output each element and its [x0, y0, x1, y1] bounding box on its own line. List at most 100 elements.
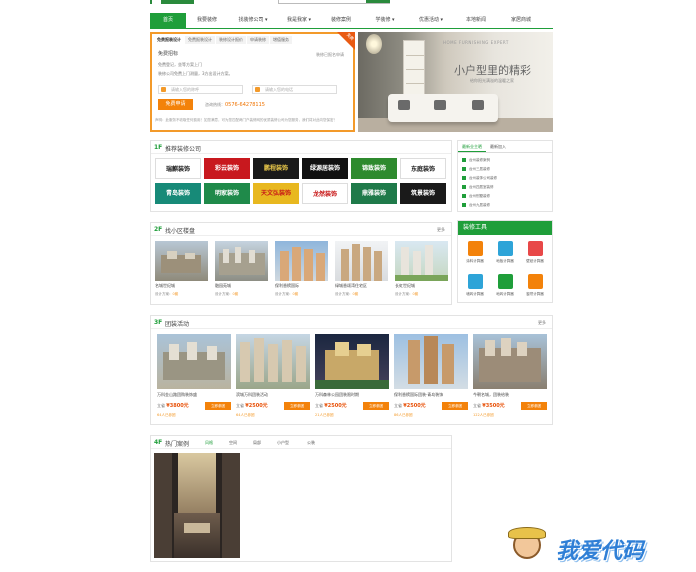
tab-latest-join[interactable]: 最新加入 [486, 141, 510, 152]
company-logo[interactable]: 鼎雅装饰 [351, 183, 397, 204]
join-group-button[interactable]: 立即参团 [205, 402, 231, 410]
free-title-right[interactable]: 装修已报名申请 [316, 52, 344, 58]
nav-local-news[interactable]: 本地新闻 [454, 13, 498, 28]
watermark-text: 我爱代码 [556, 539, 645, 564]
company-logo[interactable]: 彩云装饰 [204, 158, 250, 179]
tool-wallpaper-calculator[interactable]: 壁纸计算器 [523, 241, 547, 264]
hot-cases-section: 4F 热门案例 风格 空间 局部 小户型 公装 [150, 435, 452, 562]
site-logo[interactable] [150, 0, 194, 4]
floor-tag: 1F [154, 144, 163, 151]
tool-floor-tile-calculator[interactable]: 地砖计算器 [493, 274, 517, 297]
tool-wall-tile-calculator[interactable]: 墙砖计算器 [463, 274, 487, 297]
tab-small-unit[interactable]: 小户型 [277, 440, 289, 446]
tab-space[interactable]: 空间 [229, 440, 237, 446]
tab-value-service[interactable]: 增值服务 [270, 36, 292, 44]
tab-apply[interactable]: 申请装修 [247, 36, 269, 44]
banner-lamp [366, 34, 382, 54]
hotline-label: 咨询热线： [205, 102, 225, 107]
join-group-button[interactable]: 立即参团 [521, 402, 547, 410]
side-list-item[interactable]: 台州装饰公司装修 [462, 176, 497, 181]
name-field[interactable]: 请输入您的称呼 [158, 85, 243, 94]
estate-meta: 设计方案：0套 [275, 292, 299, 296]
tab-partial[interactable]: 局部 [253, 440, 261, 446]
home-banner[interactable]: HOME FURNISHING EXPERT 小户型里的精彩 给你阳光满溢的温暖… [358, 32, 553, 132]
group-photo [315, 334, 389, 389]
group-count: 122人已参团 [473, 413, 494, 417]
nav-promotions[interactable]: 优惠活动 ▾ [408, 13, 454, 28]
company-logo[interactable]: 天文弘装饰 [253, 183, 299, 204]
company-logo[interactable]: 龙然装饰 [302, 183, 348, 204]
free-note: 声明：此服务不收取任何费用！如您满意，可为您匹配两门户装修网的优质装修公司为您服… [155, 118, 337, 122]
group-name[interactable]: 万科森林公园团装限时期 [315, 392, 359, 398]
free-corner-text: 免费 [345, 32, 355, 42]
nav-learn[interactable]: 学装修 ▾ [362, 13, 408, 28]
free-apply-button[interactable]: 免费申请 [158, 99, 193, 110]
floor-tile-calculator-icon [497, 274, 513, 289]
group-name[interactable]: 滨城万科团装活动 [236, 392, 268, 398]
company-logo[interactable]: 鹏程装饰 [253, 158, 299, 179]
company-logo[interactable]: 明家装饰 [204, 183, 250, 204]
estate-name[interactable]: 绿城香颂湾住宅区 [335, 283, 367, 289]
section-header: 1F 推荐装修公司 [151, 141, 451, 154]
tool-paint-calculator[interactable]: 涂料计算器 [463, 241, 487, 264]
more-link[interactable]: 更多 [538, 320, 546, 326]
tool-floor-calculator[interactable]: 地板计算器 [493, 241, 517, 264]
nav-cases[interactable]: 装修案例 [320, 13, 362, 28]
join-group-button[interactable]: 立即参团 [363, 402, 389, 410]
estate-name[interactable]: 融园苑城 [215, 283, 231, 289]
tab-free-design-2[interactable]: 免费报装设计 [185, 36, 215, 44]
side-list-item[interactable]: 台州四居室装修 [462, 185, 494, 190]
bullet-icon [462, 176, 466, 180]
company-logo[interactable]: 锦致装饰 [351, 158, 397, 179]
company-logo[interactable]: 东庭装饰 [400, 158, 446, 179]
estate-name[interactable]: 名城世纪城 [155, 283, 175, 289]
nav-my-home[interactable]: 我是我家 ▾ [278, 13, 320, 28]
nav-find-company[interactable]: 找装修公司 ▾ [228, 13, 278, 28]
search-input[interactable] [278, 0, 390, 4]
tab-latest-owner[interactable]: 最新业主晒 [458, 141, 486, 152]
news-side-panel: 最新业主晒 最新加入 台州装修案例 台州三居装修 台州装饰公司装修 台州四居室装… [457, 140, 553, 212]
floor-calculator-icon [497, 241, 513, 256]
company-logo[interactable]: 绿源居装饰 [302, 158, 348, 179]
company-logo[interactable]: 青岛装饰 [155, 183, 201, 204]
search-button[interactable] [366, 0, 390, 3]
section-title: 团装活动 [165, 321, 190, 328]
case-photo[interactable] [154, 453, 240, 558]
phone-field[interactable]: 请输入您的电话 [252, 85, 337, 94]
more-link[interactable]: 更多 [437, 227, 445, 233]
estate-meta: 设计方案：0套 [215, 292, 239, 296]
estate-photo [275, 241, 328, 281]
estate-name[interactable]: 长虹世纪城 [395, 283, 415, 289]
tab-commercial[interactable]: 公装 [307, 440, 315, 446]
banner-line-3: 给你阳光满溢的温暖之家 [470, 78, 514, 83]
nav-decorate[interactable]: 我要装修 [186, 13, 228, 28]
side-list-item[interactable]: 台州别墅装修 [462, 194, 490, 199]
company-logo[interactable]: 瑞麒装饰 [155, 158, 201, 179]
nav-mall[interactable]: 家居商城 [498, 13, 544, 28]
join-group-button[interactable]: 立即参团 [442, 402, 468, 410]
name-placeholder: 请输入您的称呼 [171, 87, 199, 92]
side-list-item[interactable]: 台州装修案例 [462, 158, 490, 163]
paint-calculator-icon [467, 241, 483, 256]
side-list-item[interactable]: 台州九居装修 [462, 203, 490, 208]
bullet-icon [462, 194, 466, 198]
join-group-button[interactable]: 立即参团 [284, 402, 310, 410]
tab-style[interactable]: 风格 [205, 440, 213, 446]
tab-quote[interactable]: 装修设计报价 [216, 36, 246, 44]
group-name[interactable]: 保利香槟国际团装·青岛装饰 [394, 392, 443, 398]
group-buy-section: 3F 团装活动 更多 万科金山路团购装饰盛 立省 ¥3800元 立即参团 64人… [150, 315, 553, 425]
group-name[interactable]: 今朝名城，团装给装 [473, 392, 509, 398]
tool-curtain-calculator[interactable]: 窗帘计算器 [523, 274, 547, 297]
section-header: 3F 团装活动 更多 [151, 316, 552, 329]
hotline-number: 0576-64278115 [225, 102, 265, 108]
group-name[interactable]: 万科金山路团购装饰盛 [157, 392, 197, 398]
estate-name[interactable]: 保利香槟国际 [275, 283, 299, 289]
recommend-companies-section: 1F 推荐装修公司 瑞麒装饰 彩云装饰 鹏程装饰 绿源居装饰 锦致装饰 东庭装饰… [150, 140, 452, 212]
side-list-item[interactable]: 台州三居装修 [462, 167, 490, 172]
group-price: 立省 ¥2500元 [394, 403, 426, 409]
tab-free-design[interactable]: 免费报装设计 [154, 36, 184, 44]
group-price: 立省 ¥2500元 [236, 403, 268, 409]
group-photo [236, 334, 310, 389]
company-logo[interactable]: 筑景装饰 [400, 183, 446, 204]
nav-home[interactable]: 首页 [150, 13, 186, 28]
